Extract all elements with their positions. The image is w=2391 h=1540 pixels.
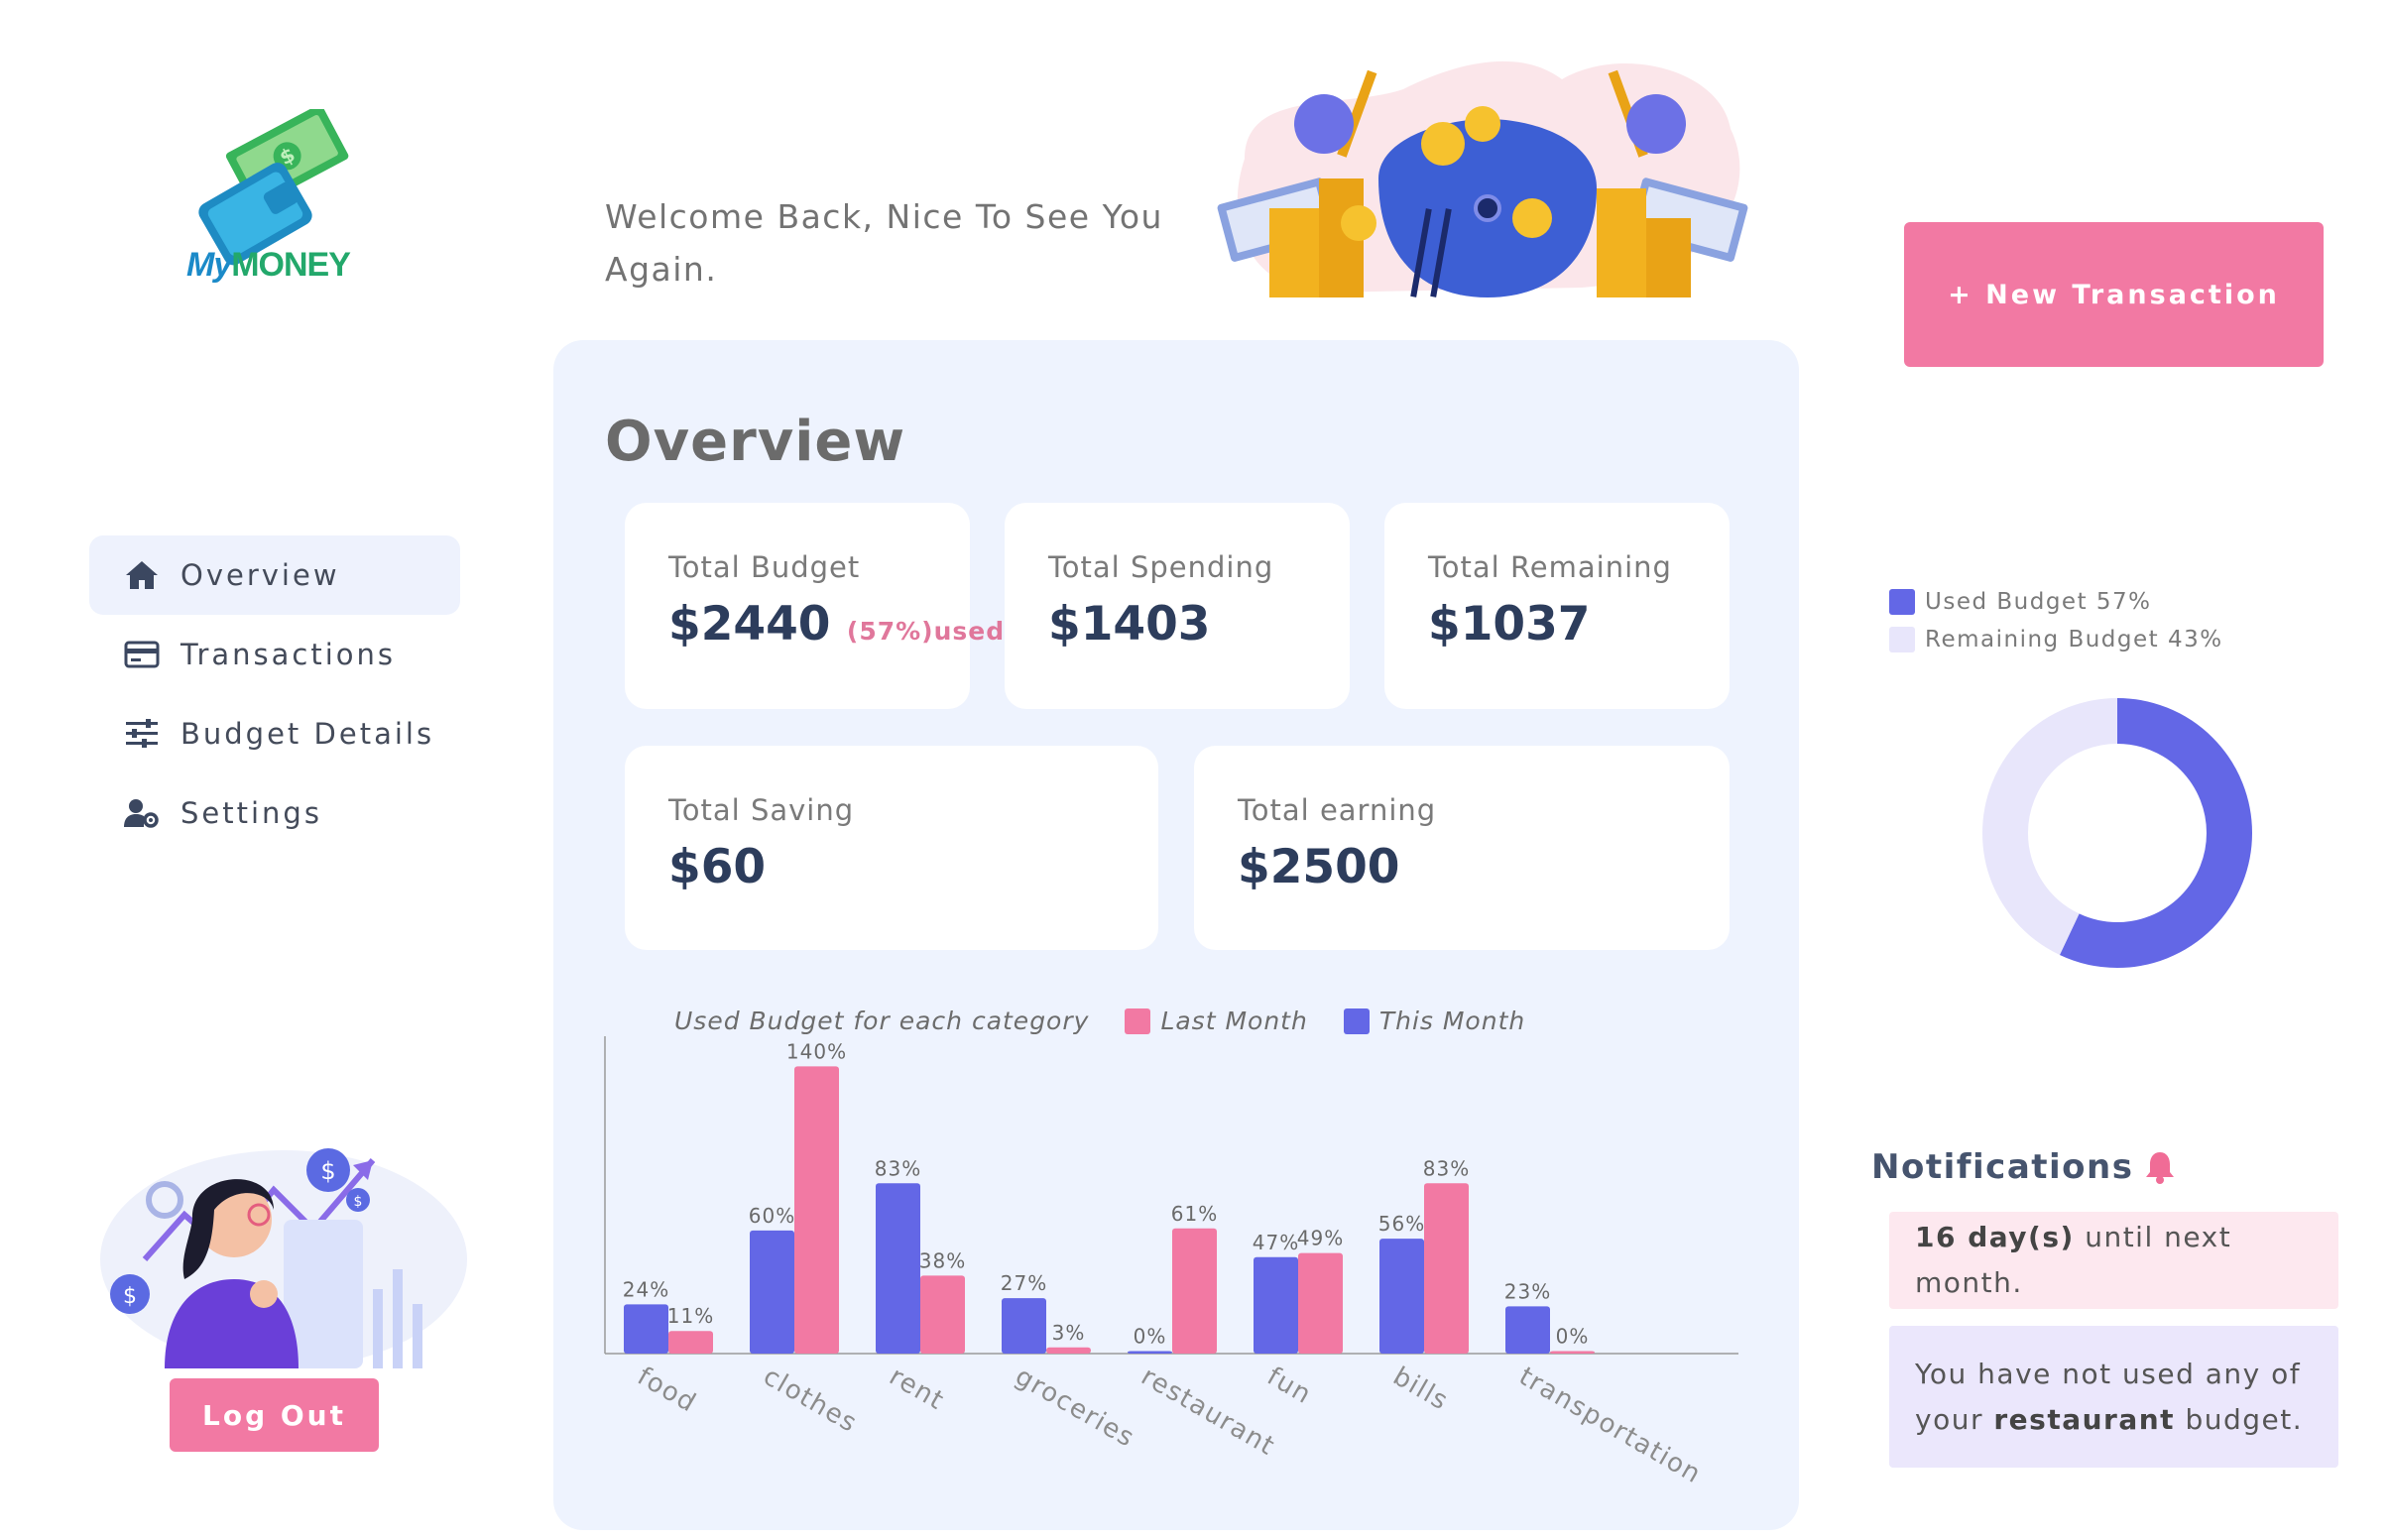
category-bar-chart: 24% 11% food 60% 140% clothes 83% 38% rent 27% 3% g…: [604, 1036, 1738, 1489]
bar-clothes-this-month: [750, 1230, 794, 1354]
notification-days-left: 16 day(s) until next month.: [1889, 1212, 2338, 1309]
legend-label-remaining: Remaining Budget 43%: [1925, 627, 2223, 652]
svg-text:$: $: [123, 1284, 137, 1309]
notification-restaurant-budget: You have not used any of your restaurant…: [1889, 1326, 2338, 1468]
money-bag-illustration: [1217, 60, 1748, 297]
sidebar-item-label: Overview: [180, 558, 340, 592]
legend-label-used: Used Budget 57%: [1925, 589, 2152, 615]
sidebar-nav: Overview Transactions Budget Details Set…: [89, 535, 460, 853]
bar-value-label: 0%: [1134, 1325, 1167, 1349]
legend-swatch-used: [1889, 589, 1915, 615]
logo-text: MyMONEY: [186, 246, 351, 284]
legend-item-remaining: Remaining Budget 43%: [1889, 621, 2223, 658]
bar-value-label: 83%: [875, 1156, 921, 1180]
x-tick-label: restaurant: [1136, 1362, 1280, 1462]
x-tick-label: clothes: [759, 1362, 863, 1439]
user-gear-icon: [123, 794, 161, 832]
bar-value-label: 24%: [623, 1277, 669, 1301]
new-transaction-button[interactable]: + New Transaction: [1904, 222, 2324, 367]
x-tick-label: groceries: [1011, 1362, 1140, 1454]
x-tick-label: transportation: [1514, 1362, 1707, 1489]
sidebar-item-budget-details[interactable]: Budget Details: [89, 694, 460, 773]
bar-rent-last-month: [920, 1275, 965, 1354]
bar-value-label: 3%: [1052, 1321, 1086, 1345]
bar-value-label: 11%: [667, 1304, 714, 1328]
bar-value-label: 27%: [1001, 1271, 1047, 1295]
bar-clothes-last-month: [794, 1066, 839, 1354]
sidebar-item-transactions[interactable]: Transactions: [89, 615, 460, 694]
sidebar-item-label: Transactions: [180, 638, 397, 671]
budget-donut-chart: [1982, 698, 2252, 968]
bar-value-label: 83%: [1423, 1156, 1470, 1180]
bar-fun-this-month: [1254, 1256, 1298, 1354]
bell-icon: [2146, 1152, 2175, 1184]
sidebar-item-label: Budget Details: [180, 717, 435, 751]
bar-transportation-last-month: [1550, 1351, 1595, 1354]
bar-value-label: 38%: [919, 1248, 966, 1272]
bar-value-label: 61%: [1171, 1202, 1218, 1226]
bar-restaurant-this-month: [1128, 1351, 1172, 1354]
bar-value-label: 23%: [1504, 1279, 1551, 1303]
bar-groceries-this-month: [1002, 1298, 1046, 1354]
bar-value-label: 56%: [1378, 1212, 1425, 1236]
svg-text:$: $: [320, 1157, 335, 1185]
credit-card-icon: [123, 636, 161, 673]
bar-rent-this-month: [876, 1183, 920, 1354]
svg-text:$: $: [354, 1194, 363, 1210]
bar-food-last-month: [668, 1331, 713, 1354]
bar-value-label: 60%: [749, 1204, 795, 1228]
bar-bills-last-month: [1424, 1183, 1469, 1354]
logout-button[interactable]: Log Out: [170, 1378, 379, 1452]
bar-value-label: 47%: [1253, 1231, 1299, 1254]
x-tick-label: bills: [1388, 1362, 1454, 1417]
x-tick-label: fun: [1262, 1362, 1317, 1410]
bar-groceries-last-month: [1046, 1347, 1091, 1354]
donut-legend: Used Budget 57% Remaining Budget 43%: [1889, 583, 2223, 658]
x-tick-label: food: [633, 1362, 702, 1419]
bar-transportation-this-month: [1505, 1306, 1550, 1354]
x-tick-label: rent: [885, 1362, 950, 1416]
sidebar-item-overview[interactable]: Overview: [89, 535, 460, 615]
bar-restaurant-last-month: [1172, 1228, 1217, 1354]
bar-fun-last-month: [1298, 1252, 1343, 1354]
bar-value-label: 0%: [1556, 1325, 1590, 1349]
sliders-icon: [123, 715, 161, 753]
welcome-message: Welcome Back, Nice To See You Again.: [605, 197, 1163, 289]
bar-value-label: 49%: [1297, 1227, 1344, 1250]
legend-swatch-remaining: [1889, 627, 1915, 652]
home-icon: [123, 556, 161, 594]
bar-value-label: 140%: [786, 1039, 847, 1063]
sidebar-item-label: Settings: [180, 796, 322, 830]
notifications-heading: Notifications: [1871, 1147, 2177, 1187]
bar-bills-this-month: [1379, 1239, 1424, 1354]
legend-item-used: Used Budget 57%: [1889, 583, 2223, 621]
bar-food-this-month: [624, 1304, 668, 1354]
sidebar-item-settings[interactable]: Settings: [89, 773, 460, 853]
finance-woman-illustration: $ $ $: [100, 1148, 467, 1368]
overview-panel: Overview Total Budget $2440 (57%)used To…: [553, 340, 1799, 1530]
